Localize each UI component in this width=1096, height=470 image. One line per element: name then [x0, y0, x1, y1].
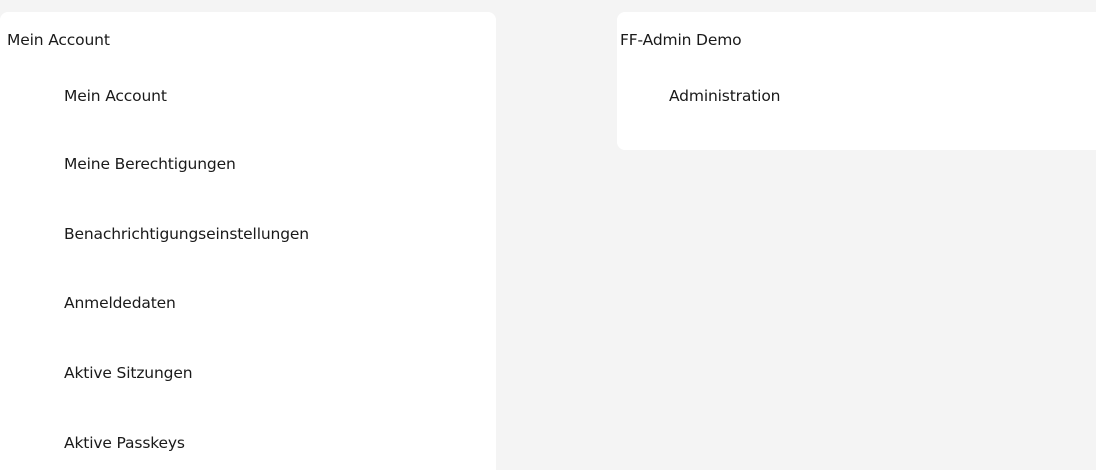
menu-item-meine-berechtigungen[interactable]: Meine Berechtigungen	[64, 154, 236, 174]
organization-card: FF-Admin Demo Administration	[617, 12, 1096, 150]
account-card: Mein Account Mein Account Meine Berechti…	[0, 12, 496, 470]
menu-item-administration[interactable]: Administration	[669, 86, 780, 106]
page: Mein Account Mein Account Meine Berechti…	[0, 0, 1096, 470]
menu-item-aktive-passkeys[interactable]: Aktive Passkeys	[64, 433, 185, 453]
menu-item-mein-account[interactable]: Mein Account	[64, 86, 167, 106]
menu-item-anmeldedaten[interactable]: Anmeldedaten	[64, 293, 176, 313]
organization-card-title: FF-Admin Demo	[620, 31, 742, 49]
menu-item-aktive-sitzungen[interactable]: Aktive Sitzungen	[64, 363, 193, 383]
menu-item-benachrichtigungseinstellungen[interactable]: Benachrichtigungseinstellungen	[64, 224, 309, 244]
account-card-title: Mein Account	[7, 31, 110, 49]
